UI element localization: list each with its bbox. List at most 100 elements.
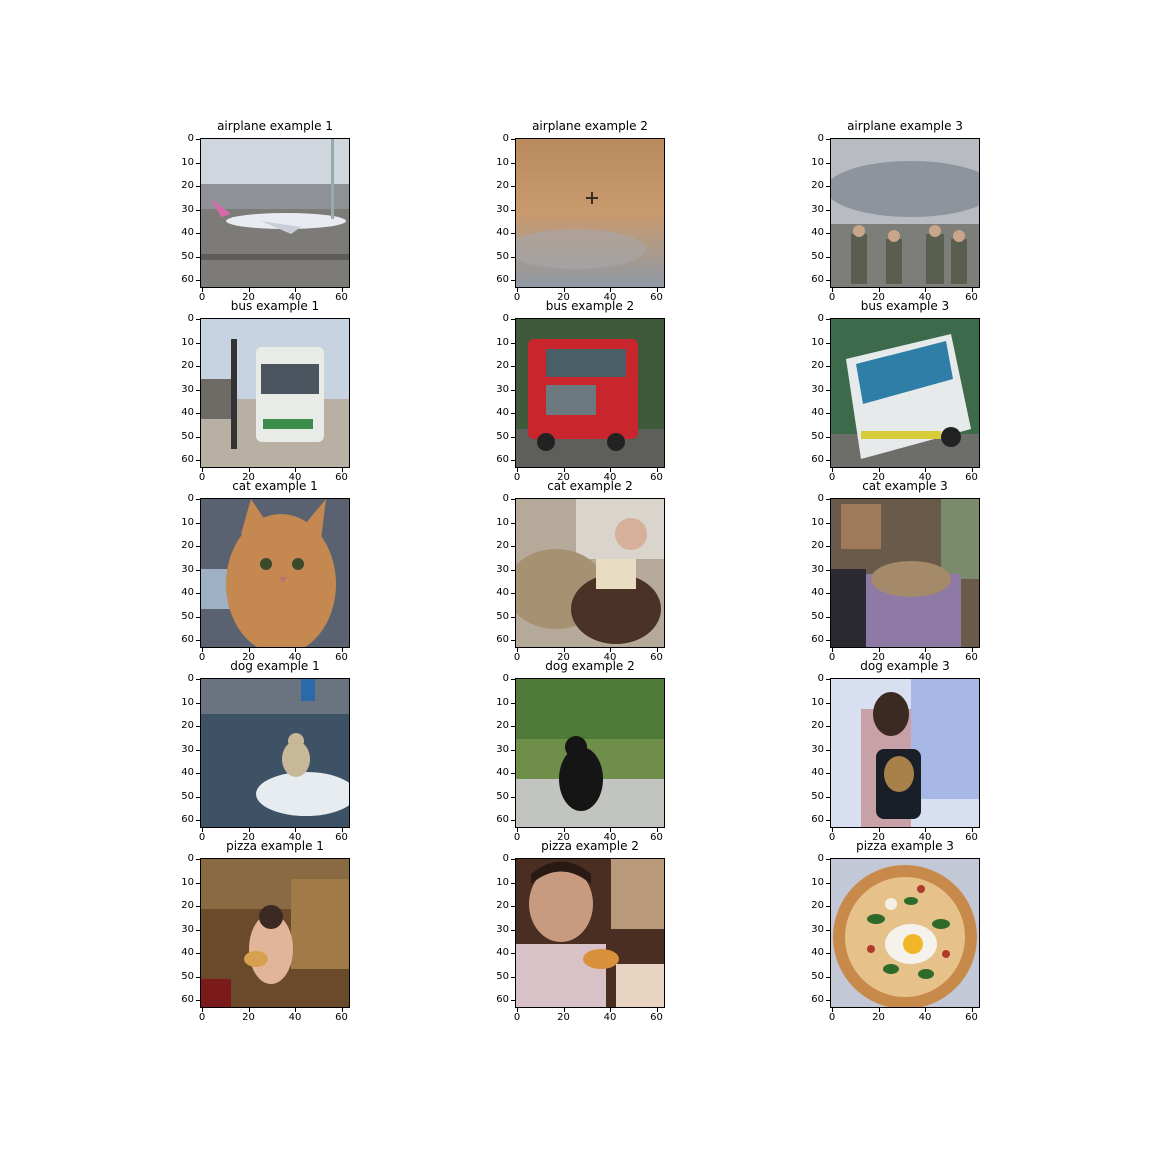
photo-thumbnail [830,498,980,648]
y-tick-label: 0 [174,313,200,325]
y-tick-label: 40 [489,407,515,419]
subplot-title: cat example 3 [862,479,948,493]
y-tick-label: 30 [489,384,515,396]
subplot-title: airplane example 2 [532,119,648,133]
photo-thumbnail [515,858,665,1008]
photo-thumbnail [515,498,665,648]
y-tick-label: 20 [804,360,830,372]
subplot-title: bus example 2 [545,299,635,313]
y-tick-label: 20 [174,180,200,192]
y-tick-label: 60 [804,814,830,826]
y-tick-label: 60 [489,274,515,286]
y-tick-label: 0 [489,313,515,325]
x-tick-label: 40 [600,1008,620,1024]
y-tick-label: 0 [174,673,200,685]
y-tick-label: 60 [174,814,200,826]
y-tick-label: 20 [489,180,515,192]
y-tick-label: 60 [804,994,830,1006]
subplot-title: bus example 3 [860,299,950,313]
y-tick-label: 30 [804,564,830,576]
x-tick-label: 0 [822,1008,842,1024]
y-tick-label: 30 [489,204,515,216]
y-tick-label: 0 [804,313,830,325]
y-tick-label: 40 [174,947,200,959]
y-tick-label: 10 [489,337,515,349]
x-tick-label: 60 [962,1008,982,1024]
subplot-title: cat example 1 [232,479,318,493]
y-tick-label: 50 [489,971,515,983]
x-tick-label: 60 [647,1008,667,1024]
subplot-panel: dog example 1 0 10 20 30 40 50 60 0 20 40 60 [181,659,350,843]
x-tick-label: 40 [915,1008,935,1024]
y-tick-label: 50 [804,971,830,983]
y-tick-label: 50 [804,251,830,263]
y-tick-label: 10 [489,877,515,889]
y-tick-label: 40 [804,947,830,959]
y-tick-label: 10 [804,517,830,529]
y-tick-label: 50 [489,431,515,443]
y-tick-label: 30 [804,924,830,936]
y-tick-label: 20 [489,900,515,912]
y-tick-label: 30 [804,744,830,756]
y-tick-label: 40 [489,227,515,239]
y-tick-label: 10 [174,697,200,709]
y-tick-label: 60 [174,454,200,466]
y-tick-label: 10 [804,697,830,709]
y-tick-label: 20 [174,540,200,552]
subplot-title: pizza example 2 [541,839,639,853]
y-tick-label: 60 [489,814,515,826]
y-tick-label: 40 [489,767,515,779]
subplot-title: bus example 1 [230,299,320,313]
subplot-title: dog example 2 [545,659,635,673]
y-tick-label: 50 [489,611,515,623]
y-tick-label: 0 [489,853,515,865]
subplot-panel: pizza example 3 0 10 20 30 40 50 60 0 20 40 60 [811,839,980,1023]
photo-thumbnail [830,678,980,828]
y-tick-label: 30 [174,924,200,936]
y-tick-label: 20 [804,720,830,732]
photo-thumbnail [515,678,665,828]
y-tick-label: 30 [174,744,200,756]
subplot-panel: airplane example 1 0 10 20 30 40 50 60 0 20 40 60 [181,119,350,303]
y-tick-label: 50 [174,251,200,263]
y-tick-label: 30 [804,204,830,216]
y-tick-label: 40 [804,227,830,239]
y-tick-label: 40 [174,407,200,419]
y-tick-label: 10 [174,877,200,889]
y-tick-label: 0 [489,493,515,505]
y-tick-label: 40 [174,767,200,779]
y-tick-label: 60 [174,634,200,646]
subplot-panel: cat example 3 0 10 20 30 40 50 60 0 20 40 60 [811,479,980,663]
y-tick-label: 20 [174,720,200,732]
y-tick-label: 50 [174,791,200,803]
x-tick-label: 20 [554,1008,574,1024]
subplot-panel: bus example 3 0 10 20 30 40 50 60 0 20 40 60 [811,299,980,483]
y-tick-label: 40 [174,587,200,599]
y-tick-label: 40 [804,767,830,779]
y-tick-label: 10 [489,517,515,529]
photo-thumbnail [200,498,350,648]
subplot-panel: cat example 1 0 10 20 30 40 50 60 0 20 40 60 [181,479,350,663]
subplot-title: dog example 1 [230,659,320,673]
subplot-panel: dog example 3 0 10 20 30 40 50 60 0 20 40 60 [811,659,980,843]
subplot-panel: airplane example 3 0 10 20 30 40 50 60 0 20 40 60 [811,119,980,303]
subplot-panel: airplane example 2 0 10 20 30 40 50 60 0 20 40 60 [496,119,665,303]
x-tick-label: 60 [332,1008,352,1024]
y-tick-label: 30 [174,384,200,396]
y-tick-label: 60 [489,634,515,646]
y-tick-label: 30 [804,384,830,396]
y-tick-label: 50 [489,791,515,803]
photo-thumbnail [830,858,980,1008]
y-tick-label: 50 [804,791,830,803]
x-tick-label: 20 [869,1008,889,1024]
y-tick-label: 40 [804,407,830,419]
y-tick-label: 0 [174,853,200,865]
y-tick-label: 40 [489,587,515,599]
y-tick-label: 40 [174,227,200,239]
subplot-title: airplane example 3 [847,119,963,133]
y-tick-label: 10 [174,157,200,169]
y-tick-label: 50 [489,251,515,263]
y-tick-label: 20 [174,900,200,912]
subplot-panel: pizza example 1 0 10 20 30 40 50 60 0 20 40 60 [181,839,350,1023]
y-tick-label: 50 [174,971,200,983]
